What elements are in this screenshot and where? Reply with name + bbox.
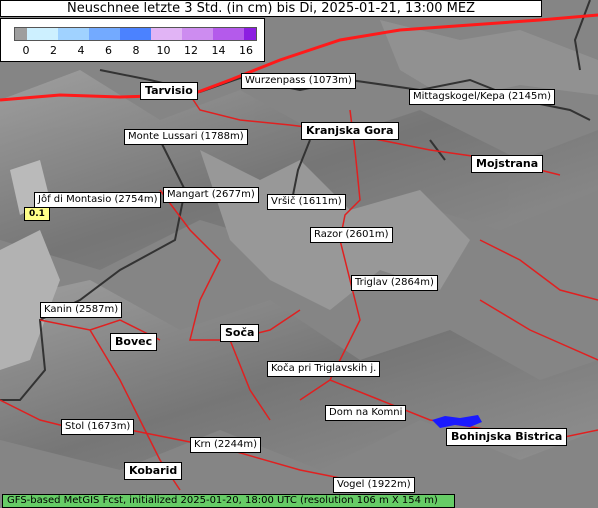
legend-segment xyxy=(15,28,27,40)
place-soca: Soča xyxy=(220,324,260,342)
place-vogel: Vogel (1922m) xyxy=(333,477,415,493)
legend-tick-label: 4 xyxy=(77,44,85,57)
legend-segment xyxy=(27,28,58,40)
place-bohinjska-bistrica: Bohinjska Bistrica xyxy=(446,428,568,446)
place-mittagskogel: Mittagskogel/Kepa (2145m) xyxy=(409,89,555,105)
place-wurzenpass: Wurzenpass (1073m) xyxy=(241,73,356,89)
place-tarvisio: Tarvisio xyxy=(140,82,198,100)
legend-tick-label: 6 xyxy=(105,44,112,57)
legend-segment xyxy=(244,28,256,40)
legend-segment xyxy=(151,28,182,40)
place-mojstrana: Mojstrana xyxy=(471,155,544,173)
legend-color-bar xyxy=(14,27,257,41)
legend-tick-label: 2 xyxy=(50,44,57,57)
legend-segment xyxy=(58,28,89,40)
place-vrsic: Vršič (1611m) xyxy=(267,194,346,210)
legend-segment xyxy=(120,28,151,40)
place-dom-na-komni: Dom na Komni xyxy=(325,405,407,421)
map-title: Neuschnee letzte 3 Std. (in cm) bis Di, … xyxy=(0,0,542,17)
color-legend: 0 2 4 6 8 10 12 14 16 xyxy=(0,18,265,62)
place-krn: Krn (2244m) xyxy=(190,437,262,453)
legend-tick-label: 16 xyxy=(239,44,253,57)
legend-segment xyxy=(182,28,213,40)
legend-tick-label: 0 xyxy=(22,44,30,57)
place-razor: Razor (2601m) xyxy=(310,227,393,243)
snowfall-value-marker: 0.1 xyxy=(24,207,50,221)
place-koca-triglav: Koča pri Triglavskih j. xyxy=(267,361,381,377)
legend-tick-label: 10 xyxy=(156,44,171,57)
place-jof-di-montasio: Jôf di Montasio (2754m) xyxy=(34,192,162,208)
place-kanin: Kanin (2587m) xyxy=(40,302,123,318)
place-bovec: Bovec xyxy=(110,333,158,351)
legend-tick-label: 12 xyxy=(184,44,198,57)
place-stol: Stol (1673m) xyxy=(61,419,135,435)
forecast-footer: GFS-based MetGIS Fcst, initialized 2025-… xyxy=(2,494,455,508)
legend-segment xyxy=(89,28,120,40)
place-mangart: Mangart (2677m) xyxy=(163,187,259,203)
place-monte-lussari: Monte Lussari (1788m) xyxy=(124,129,248,145)
place-triglav: Triglav (2864m) xyxy=(351,275,438,291)
snowfall-map: Neuschnee letzte 3 Std. (in cm) bis Di, … xyxy=(0,0,598,508)
legend-tick-label: 14 xyxy=(211,44,226,57)
legend-ticks: 0 2 4 6 8 10 12 14 16 xyxy=(1,44,266,60)
place-kranjska-gora: Kranjska Gora xyxy=(301,122,399,140)
place-kobarid: Kobarid xyxy=(124,462,183,480)
legend-segment xyxy=(213,28,244,40)
legend-tick-label: 8 xyxy=(132,44,140,57)
